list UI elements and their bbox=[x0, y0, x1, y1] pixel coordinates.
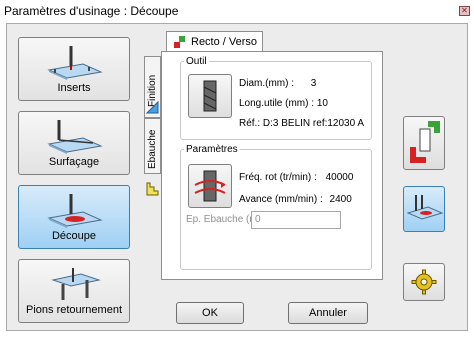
ref-row: Réf.: D:3 BELIN ref:12030 A bbox=[239, 118, 364, 129]
surfacage-icon bbox=[47, 120, 103, 154]
tab-ebauche-label: Ebauche bbox=[147, 129, 158, 169]
layers-swap-icon bbox=[410, 121, 440, 163]
parametres-legend: Paramètres bbox=[186, 144, 238, 155]
diam-label: Diam.(mm) : bbox=[239, 78, 294, 89]
ep-ebauche-input[interactable]: 0 bbox=[251, 211, 341, 229]
ebauche-tab-icon bbox=[146, 182, 159, 196]
pions-retournement-icon bbox=[51, 268, 101, 300]
surfacage-button[interactable]: Surfaçage bbox=[18, 111, 130, 175]
titlebar: Paramètres d'usinage : Découpe ✕ bbox=[0, 0, 474, 22]
tab-recto-verso-label: Recto / Verso bbox=[191, 36, 258, 48]
outil-legend: Outil bbox=[186, 56, 207, 67]
recto-verso-icon bbox=[174, 36, 185, 48]
gear-icon bbox=[411, 269, 437, 295]
layers-swap-button[interactable] bbox=[403, 116, 445, 170]
decoupe-label: Découpe bbox=[51, 230, 97, 242]
avance-label: Avance (mm/min) : bbox=[239, 194, 323, 205]
finition-tab-icon bbox=[146, 100, 159, 114]
pions-retournement-button[interactable]: Pions retournement bbox=[18, 259, 130, 323]
tab-recto-verso[interactable]: Recto / Verso bbox=[166, 31, 263, 52]
window-title: Paramètres d'usinage : Découpe bbox=[4, 4, 179, 18]
long-row: Long.utile (mm) : 10 bbox=[239, 98, 328, 109]
freq-value: 40000 bbox=[325, 172, 354, 183]
avance-row: Avance (mm/min) : 2400 bbox=[239, 194, 352, 205]
outil-tool-button[interactable] bbox=[188, 74, 232, 118]
decoupe-button[interactable]: Découpe bbox=[18, 185, 130, 249]
parametres-tool-button[interactable] bbox=[188, 164, 232, 208]
tab-ebauche[interactable]: Ebauche bbox=[144, 118, 161, 174]
close-icon: ✕ bbox=[461, 6, 468, 15]
ref-label: Réf.: bbox=[239, 118, 261, 129]
diam-value: 3 bbox=[310, 78, 317, 89]
board-tools-icon bbox=[406, 195, 444, 220]
long-value: 10 bbox=[316, 98, 328, 109]
dialog-window: Paramètres d'usinage : Découpe ✕ Inserts… bbox=[0, 0, 474, 337]
settings-button[interactable] bbox=[403, 263, 445, 301]
ok-button[interactable]: OK bbox=[176, 302, 244, 324]
inserts-button[interactable]: Inserts bbox=[18, 37, 130, 101]
freq-row: Fréq. rot (tr/min) : 40000 bbox=[239, 172, 353, 183]
freq-label: Fréq. rot (tr/min) : bbox=[239, 172, 317, 183]
cancel-button[interactable]: Annuler bbox=[288, 302, 368, 324]
pions-retournement-label: Pions retournement bbox=[26, 304, 122, 316]
rotating-drill-icon bbox=[194, 170, 226, 202]
tab-panel: Outil Diam.(mm) : 3 Long.utile (mm) : 10… bbox=[161, 51, 383, 280]
ref-value: D:3 BELIN ref:12030 A bbox=[262, 118, 365, 129]
close-button[interactable]: ✕ bbox=[459, 6, 470, 16]
inserts-icon bbox=[47, 46, 103, 80]
board-tools-button[interactable] bbox=[403, 186, 445, 232]
drill-bit-icon bbox=[203, 80, 217, 112]
diam-row: Diam.(mm) : 3 bbox=[239, 78, 316, 89]
long-label: Long.utile (mm) : bbox=[239, 98, 315, 109]
inserts-label: Inserts bbox=[57, 82, 91, 94]
avance-value: 2400 bbox=[329, 194, 352, 205]
surfacage-label: Surfaçage bbox=[48, 156, 100, 168]
decoupe-icon bbox=[47, 194, 103, 228]
